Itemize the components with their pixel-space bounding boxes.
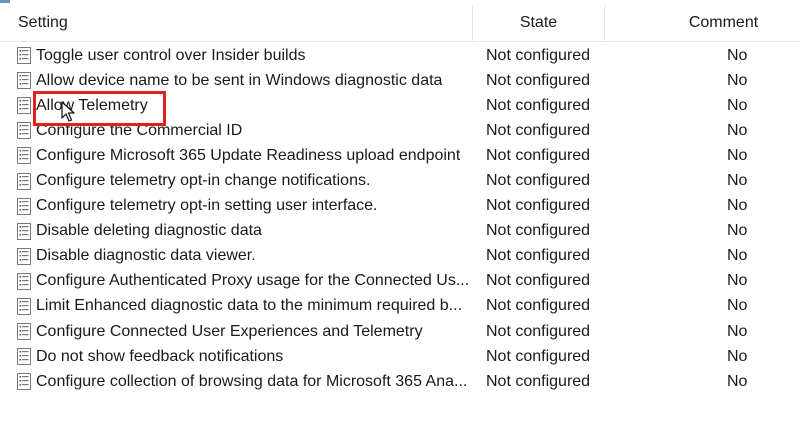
comment-cell: No <box>727 372 748 390</box>
state-cell: Not configured <box>486 197 591 215</box>
setting-name: Disable diagnostic data viewer. <box>36 247 256 265</box>
table-row[interactable]: Disable deleting diagnostic data Not conf… <box>0 219 800 244</box>
comment-cell: No <box>727 46 748 64</box>
setting-name: Disable deleting diagnostic data <box>36 222 262 240</box>
state-cell: Not configured <box>486 322 591 340</box>
setting-cell[interactable]: Configure Authenticated Proxy usage for … <box>0 272 473 290</box>
table-row[interactable]: Limit Enhanced diagnostic data to the mi… <box>0 294 800 319</box>
setting-cell[interactable]: Configure collection of browsing data fo… <box>0 373 473 391</box>
setting-name: Configure collection of browsing data fo… <box>36 372 468 390</box>
state-cell: Not configured <box>486 172 591 190</box>
table-row[interactable]: Configure collection of browsing data fo… <box>0 369 800 394</box>
table-row[interactable]: Disable diagnostic data viewer. Not confi… <box>0 244 800 269</box>
highlight-box <box>33 91 166 126</box>
state-cell: Not configured <box>486 347 591 365</box>
comment-cell: No <box>727 197 748 215</box>
comment-cell: No <box>727 247 748 265</box>
state-cell: Not configured <box>486 146 591 164</box>
policy-setting-icon <box>17 373 31 391</box>
setting-name: Configure telemetry opt-in change notifi… <box>36 172 371 190</box>
comment-cell: No <box>727 297 748 315</box>
policy-setting-icon <box>17 97 31 115</box>
table-row[interactable]: Do not show feedback notifications Not co… <box>0 344 800 369</box>
state-cell: Not configured <box>486 222 591 240</box>
setting-cell[interactable]: Configure telemetry opt-in setting user … <box>0 197 473 215</box>
state-cell: Not configured <box>486 372 591 390</box>
setting-cell[interactable]: Disable deleting diagnostic data <box>0 222 473 240</box>
table-row[interactable]: Configure telemetry opt-in setting user … <box>0 194 800 219</box>
state-cell: Not configured <box>486 247 591 265</box>
comment-cell: No <box>727 172 748 190</box>
policy-setting-icon <box>17 172 31 190</box>
setting-cell[interactable]: Configure telemetry opt-in change notifi… <box>0 172 473 190</box>
setting-name: Allow device name to be sent in Windows … <box>36 71 443 89</box>
setting-cell[interactable]: Configure Microsoft 365 Update Readiness… <box>0 147 473 165</box>
column-header-state[interactable]: State <box>473 5 605 41</box>
setting-name: Limit Enhanced diagnostic data to the mi… <box>36 297 463 315</box>
table-row[interactable]: Configure Authenticated Proxy usage for … <box>0 269 800 294</box>
column-header-bar: Setting State Comment <box>0 5 800 42</box>
state-cell: Not configured <box>486 121 591 139</box>
comment-cell: No <box>727 347 748 365</box>
policy-setting-icon <box>17 297 31 315</box>
policy-setting-icon <box>17 72 31 90</box>
state-cell: Not configured <box>486 272 591 290</box>
state-cell: Not configured <box>486 297 591 315</box>
comment-cell: No <box>727 121 748 139</box>
table-row[interactable]: Configure telemetry opt-in change notifi… <box>0 168 800 193</box>
comment-cell: No <box>727 146 748 164</box>
table-row[interactable]: Configure Connected User Experiences and… <box>0 319 800 344</box>
policy-setting-icon <box>17 147 31 165</box>
setting-name: Do not show feedback notifications <box>36 347 284 365</box>
policy-setting-icon <box>17 47 31 65</box>
setting-cell[interactable]: Allow device name to be sent in Windows … <box>0 72 473 90</box>
comment-cell: No <box>727 71 748 89</box>
mouse-pointer-icon <box>61 101 75 122</box>
comment-cell: No <box>727 322 748 340</box>
table-row[interactable]: Allow device name to be sent in Windows … <box>0 68 800 93</box>
policy-setting-icon <box>17 323 31 341</box>
setting-cell[interactable]: Limit Enhanced diagnostic data to the mi… <box>0 297 473 315</box>
comment-cell: No <box>727 272 748 290</box>
policy-setting-icon <box>17 247 31 265</box>
setting-name: Configure Microsoft 365 Update Readiness… <box>36 146 461 164</box>
setting-name: Toggle user control over Insider builds <box>36 46 306 64</box>
top-edge-mark <box>0 0 10 3</box>
state-cell: Not configured <box>486 96 591 114</box>
setting-name: Configure telemetry opt-in setting user … <box>36 197 378 215</box>
setting-name: Configure Connected User Experiences and… <box>36 322 423 340</box>
policy-setting-icon <box>17 348 31 366</box>
table-row[interactable]: Configure Microsoft 365 Update Readiness… <box>0 143 800 168</box>
setting-cell[interactable]: Toggle user control over Insider builds <box>0 47 473 65</box>
setting-name: Configure Authenticated Proxy usage for … <box>36 272 470 290</box>
setting-cell[interactable]: Do not show feedback notifications <box>0 348 473 366</box>
column-header-comment[interactable]: Comment <box>605 5 800 41</box>
table-row[interactable]: Toggle user control over Insider builds N… <box>0 43 800 68</box>
state-cell: Not configured <box>486 71 591 89</box>
column-header-setting[interactable]: Setting <box>0 5 473 41</box>
setting-cell[interactable]: Configure Connected User Experiences and… <box>0 323 473 341</box>
comment-cell: No <box>727 96 748 114</box>
setting-cell[interactable]: Disable diagnostic data viewer. <box>0 247 473 265</box>
policy-setting-icon <box>17 122 31 140</box>
policy-setting-icon <box>17 222 31 240</box>
state-cell: Not configured <box>486 46 591 64</box>
policy-setting-icon <box>17 197 31 215</box>
comment-cell: No <box>727 222 748 240</box>
policy-setting-icon <box>17 272 31 290</box>
